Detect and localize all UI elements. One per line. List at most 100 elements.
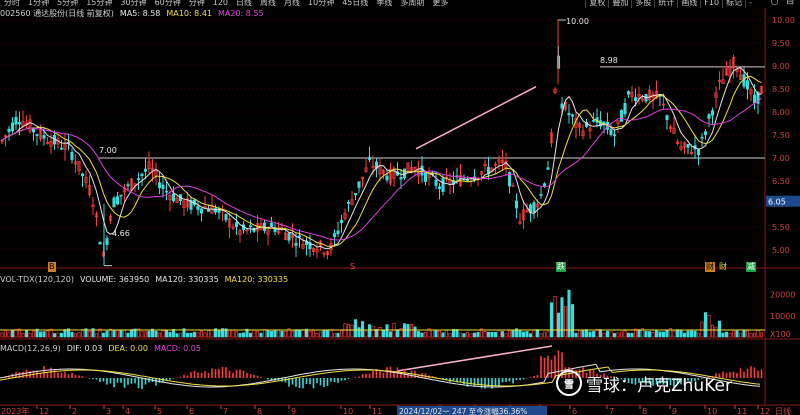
volume-bar — [458, 332, 463, 338]
volume-bar — [87, 330, 92, 338]
volume-bar — [441, 332, 445, 338]
volume-bar — [714, 326, 718, 338]
volume-bar — [420, 332, 424, 338]
volume-bar — [227, 329, 232, 338]
volume-bar — [157, 332, 162, 338]
candle-body — [332, 233, 337, 237]
date-tick-label: 11 — [372, 407, 382, 415]
volume-bar — [609, 331, 613, 338]
candle-body — [514, 200, 519, 209]
volume-bar — [472, 332, 477, 338]
volume-bar — [759, 332, 764, 338]
candle-body — [119, 194, 123, 197]
volume-value: VOLUME: 363950 — [79, 275, 150, 284]
current-price-label: 6.05 — [768, 198, 786, 207]
volume-unit-label: X100 — [770, 330, 791, 339]
volume-bar — [119, 329, 123, 338]
marker-jian[interactable]: 减 — [746, 262, 756, 272]
volume-bar — [290, 330, 295, 338]
marker-die[interactable]: 跌 — [556, 262, 566, 272]
volume-bar — [444, 329, 449, 338]
candle-body — [542, 183, 547, 187]
candle-body — [126, 184, 130, 187]
marker-cai1[interactable]: 财 — [705, 262, 715, 272]
candle-body — [686, 143, 690, 148]
volume-bar — [154, 330, 158, 338]
volume-bar — [717, 320, 722, 338]
price-tick-label: 7.50 — [772, 131, 790, 140]
candle-body — [567, 113, 571, 116]
candle-body — [339, 219, 344, 224]
candle-body — [31, 128, 36, 133]
candle-body — [115, 196, 120, 205]
candle-body — [234, 222, 239, 228]
volume-bar — [553, 295, 557, 338]
candle-body — [626, 91, 631, 95]
volume-bar — [570, 304, 575, 338]
candle-body — [196, 205, 200, 210]
volume-bar — [381, 329, 386, 338]
volume-bar — [147, 330, 151, 338]
volume-bar — [336, 332, 340, 338]
date-tick-label: 6 — [189, 407, 194, 415]
volume-bar — [665, 330, 669, 338]
volume-bar — [122, 329, 127, 338]
candle-body — [570, 114, 575, 117]
price-tick-label: 9.00 — [772, 62, 790, 71]
volume-bar — [511, 329, 515, 338]
volume-bar — [329, 329, 333, 338]
candle-body — [70, 151, 74, 160]
volume-bar — [423, 332, 428, 338]
support-label: 7.00 — [99, 146, 117, 155]
volume-bar — [248, 332, 253, 338]
candle-body — [297, 235, 302, 238]
volume-bar — [45, 330, 50, 338]
volume-bar — [217, 330, 221, 338]
candle-body — [619, 110, 624, 122]
volume-bar — [367, 324, 372, 338]
volume-bar — [756, 330, 760, 338]
volume-bar — [469, 333, 473, 338]
volume-bar — [112, 330, 116, 338]
volume-bar — [630, 332, 634, 338]
volume-bar — [497, 329, 501, 338]
candle-body — [710, 110, 715, 116]
date-tick-label: 7 — [223, 407, 228, 415]
candle-body — [399, 177, 403, 180]
candle-body — [696, 149, 701, 156]
volume-bar — [549, 302, 554, 338]
volume-bar — [735, 330, 739, 338]
volume-bar — [595, 329, 599, 338]
volume-bar — [168, 332, 172, 338]
volume-bar — [556, 312, 561, 338]
volume-bar — [434, 329, 438, 338]
candle-body — [17, 121, 22, 125]
volume-bar — [185, 332, 190, 338]
volume-bar — [94, 333, 99, 338]
volume-bar — [602, 332, 606, 338]
trendline-macd — [396, 345, 553, 372]
candle-body — [612, 134, 617, 137]
volume-bar — [276, 329, 281, 338]
marker-b[interactable]: B — [48, 262, 56, 272]
period-label: 日线 — [775, 406, 791, 415]
candle-body — [143, 168, 148, 172]
volume-bar — [738, 332, 743, 338]
candle-body — [161, 184, 165, 189]
marker-s[interactable]: S — [349, 262, 356, 272]
volume-title: VOL-TDX(120,120) — [0, 275, 74, 284]
date-tick-label: 10 — [343, 407, 353, 415]
volume-bar — [105, 330, 109, 338]
volume-bar — [577, 329, 582, 338]
volume-bar — [364, 331, 368, 338]
volume-bar — [430, 329, 435, 338]
marker-cai2[interactable]: 财 — [718, 262, 728, 272]
volume-bar — [175, 333, 179, 338]
volume-bar — [294, 329, 298, 338]
volume-bar — [255, 330, 260, 338]
volume-bar — [535, 329, 540, 338]
volume-bar — [210, 329, 214, 338]
volume-bar — [241, 332, 246, 338]
macd-dea: DEA: 0.00 — [108, 344, 148, 353]
candle-body — [367, 156, 372, 160]
